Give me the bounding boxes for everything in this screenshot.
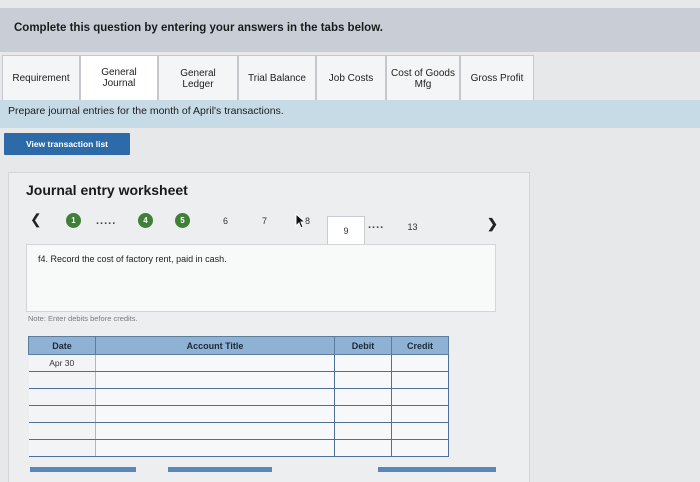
worksheet-title: Journal entry worksheet (26, 182, 188, 198)
instruction-text: Prepare journal entries for the month of… (8, 105, 284, 117)
credit-cell[interactable] (391, 388, 449, 406)
transaction-description: f4. Record the cost of factory rent, pai… (38, 254, 227, 264)
chevron-left-icon[interactable]: ❮ (30, 211, 42, 228)
table-row: Apr 30 (28, 354, 449, 372)
column-header-date: Date (28, 336, 96, 355)
table-row (28, 439, 449, 457)
account-title-cell[interactable] (95, 422, 335, 440)
tab-general-journal[interactable]: General Journal (80, 55, 158, 101)
tab-job-costs[interactable]: Job Costs (316, 55, 386, 101)
debit-cell[interactable] (334, 354, 392, 372)
step-9-label: 9 (343, 225, 349, 236)
debit-cell[interactable] (334, 371, 392, 389)
tab-bar: Requirement General Journal General Ledg… (2, 55, 534, 101)
journal-entry-table: Date Account Title Debit Credit Apr 30 (28, 336, 449, 457)
tab-trial-balance[interactable]: Trial Balance (238, 55, 316, 101)
step-6[interactable]: 6 (218, 213, 233, 228)
view-general-journal-button[interactable] (378, 467, 496, 472)
credit-cell[interactable] (391, 371, 449, 389)
view-transaction-list-button[interactable]: View transaction list (4, 133, 130, 155)
date-cell[interactable] (28, 422, 96, 440)
account-title-cell[interactable] (95, 371, 335, 389)
date-cell[interactable] (28, 371, 96, 389)
date-cell[interactable] (28, 405, 96, 423)
account-title-cell[interactable] (95, 354, 335, 372)
table-row (28, 388, 449, 406)
credit-cell[interactable] (391, 439, 449, 457)
account-title-cell[interactable] (95, 439, 335, 457)
date-cell[interactable] (28, 439, 96, 457)
table-row (28, 405, 449, 423)
question-instructions: Complete this question by entering your … (14, 22, 383, 34)
account-title-cell[interactable] (95, 405, 335, 423)
tab-gross-profit[interactable]: Gross Profit (460, 55, 534, 101)
debit-cell[interactable] (334, 405, 392, 423)
step-7[interactable]: 7 (257, 213, 272, 228)
chevron-right-icon[interactable]: ❯ (487, 216, 498, 232)
debit-cell[interactable] (334, 422, 392, 440)
steps-ellipsis-left: ..... (96, 215, 117, 227)
clear-entry-button[interactable] (168, 467, 272, 472)
debit-cell[interactable] (334, 388, 392, 406)
table-row (28, 422, 449, 440)
date-cell[interactable]: Apr 30 (28, 354, 96, 372)
debit-cell[interactable] (334, 439, 392, 457)
step-4-completed[interactable]: 4 (138, 213, 153, 228)
account-title-cell[interactable] (95, 388, 335, 406)
column-header-credit: Credit (391, 336, 449, 355)
credit-cell[interactable] (391, 354, 449, 372)
column-header-debit: Debit (334, 336, 392, 355)
tab-general-ledger[interactable]: General Ledger (158, 55, 238, 101)
mouse-cursor-icon (295, 213, 307, 229)
step-1-completed[interactable]: 1 (66, 213, 81, 228)
step-13[interactable]: 13 (405, 219, 420, 234)
tab-cost-of-goods-mfg[interactable]: Cost of Goods Mfg (386, 55, 460, 101)
step-9-current[interactable]: 9 (327, 216, 365, 244)
table-row (28, 371, 449, 389)
step-5-completed[interactable]: 5 (175, 213, 190, 228)
credit-cell[interactable] (391, 405, 449, 423)
record-entry-button[interactable] (30, 467, 136, 472)
table-header-row: Date Account Title Debit Credit (28, 336, 449, 355)
date-cell[interactable] (28, 388, 96, 406)
credit-cell[interactable] (391, 422, 449, 440)
steps-ellipsis-right: .... (368, 219, 385, 231)
note-text: Note: Enter debits before credits. (28, 314, 138, 323)
column-header-account-title: Account Title (95, 336, 335, 355)
tab-requirement[interactable]: Requirement (2, 55, 80, 101)
